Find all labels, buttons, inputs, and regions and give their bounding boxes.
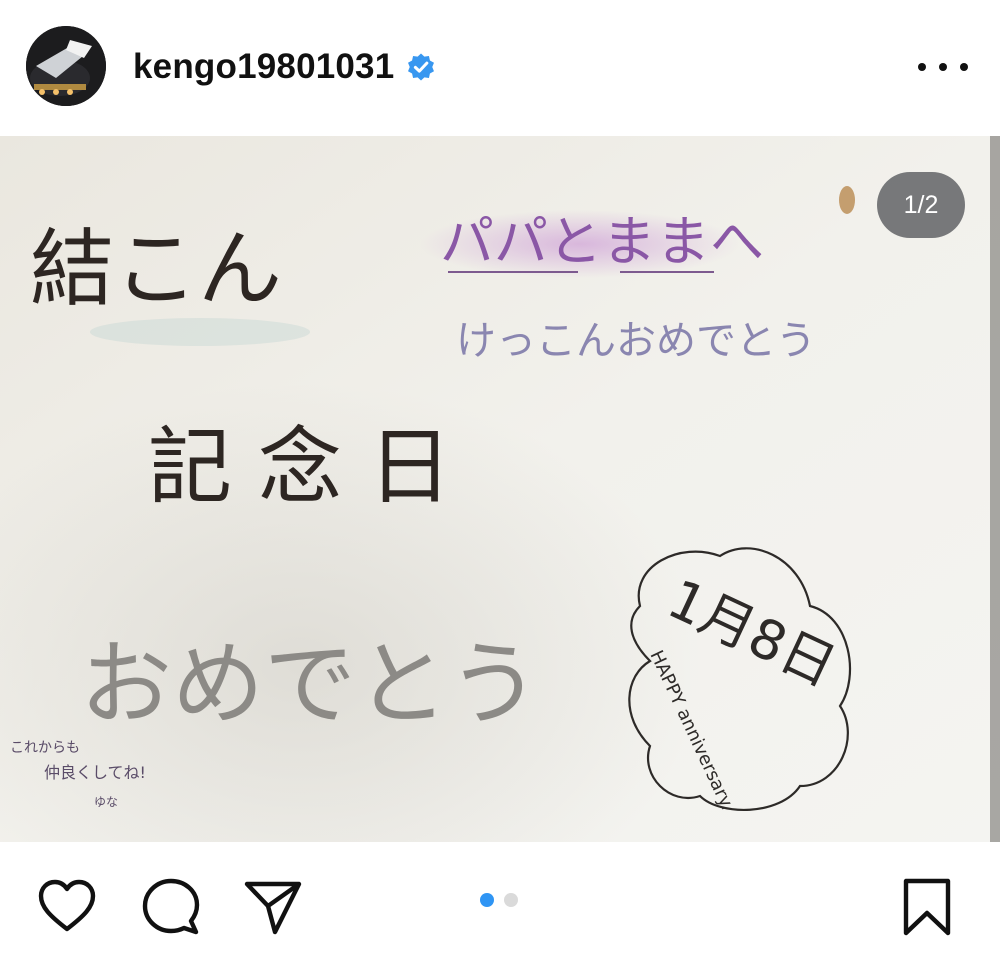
verified-badge-icon — [408, 53, 435, 81]
username[interactable]: kengo19801031 — [133, 47, 394, 87]
send-icon[interactable] — [242, 876, 304, 938]
card-title-line2: 記念日 — [148, 418, 478, 516]
handwritten-card-image: 結こん 記念日 パパとままへ けっこんおめでとう おめでとう これからも 仲良く… — [0, 136, 1000, 842]
carousel-dot-active — [480, 893, 494, 907]
card-congrats-small: けっこんおめでとう — [456, 318, 816, 364]
comment-icon[interactable] — [140, 876, 202, 938]
slide-counter: 1/2 — [877, 172, 965, 238]
bookmark-icon[interactable] — [896, 876, 958, 938]
card-signature: ゆな — [94, 795, 118, 809]
card-congrats-big: おめでとう — [80, 631, 540, 738]
more-options-icon[interactable] — [918, 52, 968, 82]
card-note-line2: 仲良くしてね! — [44, 763, 146, 782]
card-note-line1: これからも — [10, 740, 80, 756]
post-photo[interactable]: 結こん 記念日 パパとままへ けっこんおめでとう おめでとう これからも 仲良く… — [0, 136, 1000, 842]
avatar-image — [26, 26, 106, 106]
carousel-indicator — [480, 893, 518, 907]
profile-avatar[interactable] — [26, 26, 106, 106]
heart-icon[interactable] — [36, 876, 98, 938]
carousel-dot — [504, 893, 518, 907]
post-header: kengo19801031 — [0, 0, 1000, 136]
card-to-line: パパとままへ — [440, 210, 764, 273]
username-row: kengo19801031 — [133, 44, 436, 90]
card-title-line1: 結こん — [30, 220, 282, 318]
